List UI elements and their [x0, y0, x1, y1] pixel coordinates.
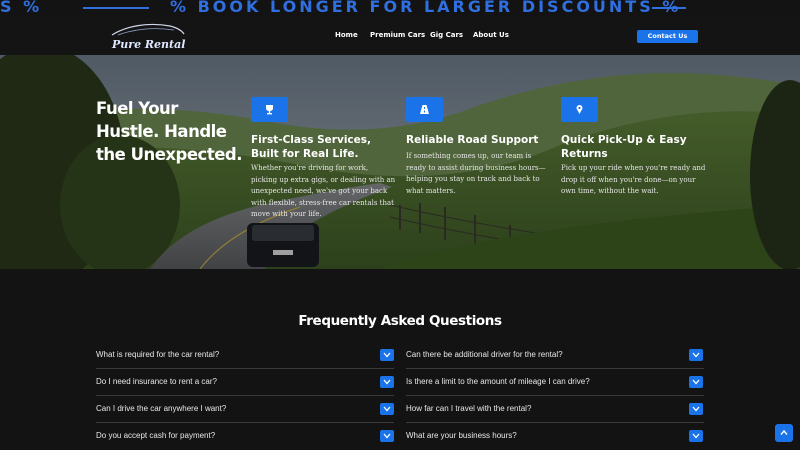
nav-gig-cars[interactable]: Gig Cars — [430, 31, 463, 39]
promo-banner: S % % BOOK LONGER FOR LARGER DISCOUNTS % — [0, 0, 800, 18]
faq-toggle-button[interactable] — [380, 349, 394, 361]
faq-divider — [96, 422, 394, 423]
nav-premium-cars[interactable]: Premium Cars — [370, 31, 425, 39]
faq-divider — [96, 395, 394, 396]
feature-title: First-Class Services, Built for Real Lif… — [251, 134, 372, 160]
hero-title: Fuel Your Hustle. Handle the Unexpected. — [96, 99, 243, 164]
road-icon — [420, 105, 429, 114]
promo-banner-fragment: S % — [0, 0, 43, 16]
faq-question[interactable]: Can I drive the car anywhere I want? — [96, 404, 226, 413]
chevron-down-icon — [383, 352, 391, 358]
faq-toggle-button[interactable] — [689, 349, 703, 361]
feature-title: Quick Pick-Up & Easy Returns — [561, 134, 687, 160]
faq-question[interactable]: Can there be additional driver for the r… — [406, 350, 563, 359]
scroll-to-top-button[interactable] — [775, 424, 793, 442]
feature-icon-box — [406, 97, 443, 122]
faq-question[interactable]: What is required for the car rental? — [96, 350, 219, 359]
feature-description: Whether you're driving for work, picking… — [251, 164, 396, 218]
faq-divider — [406, 395, 704, 396]
nav-home[interactable]: Home — [335, 31, 358, 39]
feature-title: Reliable Road Support — [406, 134, 539, 146]
faq-toggle-button[interactable] — [380, 430, 394, 442]
chevron-down-icon — [383, 379, 391, 385]
feature-description: Pick up your ride when you're ready and … — [561, 164, 706, 195]
faq-divider — [406, 422, 704, 423]
faq-question[interactable]: Do you accept cash for payment? — [96, 431, 215, 440]
nav-about-us[interactable]: About Us — [473, 31, 509, 39]
car-swoosh-icon — [111, 23, 185, 36]
chevron-down-icon — [692, 433, 700, 439]
feature-icon-box — [561, 97, 598, 122]
faq-toggle-button[interactable] — [380, 376, 394, 388]
faq-toggle-button[interactable] — [689, 403, 703, 415]
site-header: Pure Rental Home Premium Cars Gig Cars A… — [0, 18, 800, 55]
faq-question[interactable]: Is there a limit to the amount of mileag… — [406, 377, 590, 386]
faq-divider — [96, 368, 394, 369]
promo-divider — [83, 7, 149, 9]
hero-section: Fuel Your Hustle. Handle the Unexpected.… — [0, 55, 800, 269]
faq-divider — [406, 368, 704, 369]
map-pin-icon — [576, 105, 583, 114]
chevron-down-icon — [692, 406, 700, 412]
feature-description: If something comes up, our team is ready… — [406, 152, 546, 195]
faq-toggle-button[interactable] — [689, 430, 703, 442]
chevron-down-icon — [383, 406, 391, 412]
faq-title: Frequently Asked Questions — [298, 313, 502, 329]
trophy-icon — [266, 105, 273, 115]
contact-us-button[interactable]: Contact Us — [637, 30, 698, 43]
chevron-up-icon — [780, 429, 788, 435]
faq-question[interactable]: How far can I travel with the rental? — [406, 404, 531, 413]
chevron-down-icon — [692, 379, 700, 385]
brand-name: Pure Rental — [112, 38, 186, 51]
faq-toggle-button[interactable] — [689, 376, 703, 388]
faq-question[interactable]: What are your business hours? — [406, 431, 517, 440]
brand-logo[interactable]: Pure Rental — [108, 20, 186, 54]
faq-toggle-button[interactable] — [380, 403, 394, 415]
promo-divider — [652, 7, 686, 9]
chevron-down-icon — [383, 433, 391, 439]
faq-question[interactable]: Do I need insurance to rent a car? — [96, 377, 217, 386]
feature-icon-box — [251, 97, 288, 122]
chevron-down-icon — [692, 352, 700, 358]
promo-banner-text: % BOOK LONGER FOR LARGER DISCOUNTS % — [170, 0, 682, 16]
